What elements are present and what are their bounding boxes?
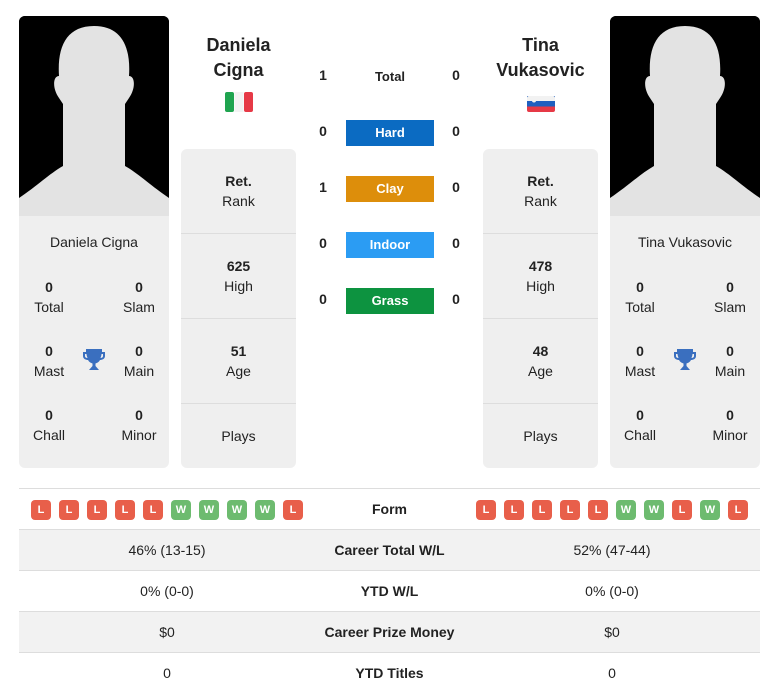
form-loss-badge[interactable]: L [504,500,524,520]
player2-titles-total: 0 Total [625,279,655,315]
trophy-icon [82,347,106,373]
player2-photo [610,16,760,216]
player2-titles-main: 0 Main [714,343,746,379]
form-loss-badge[interactable]: L [283,500,303,520]
form-loss-badge[interactable]: L [588,500,608,520]
h2h-grass-p1: 0 [319,291,327,307]
form-win-badge[interactable]: W [700,500,720,520]
form-loss-badge[interactable]: L [59,500,79,520]
h2h-indoor-p2: 0 [452,235,460,251]
form-win-badge[interactable]: W [227,500,247,520]
player2-titles-slam: 0 Slam [714,279,746,315]
surface-indoor-button[interactable]: Indoor [346,232,434,258]
player1-card: Daniela Cigna 0 Total 0 Slam 0 Mast 0 Main 0… [19,216,169,468]
player2-titles-chall: 0 Chall [624,407,656,443]
form-row: LLLLLWWWWL Form LLLLLWWLWL [19,488,760,530]
form-loss-badge[interactable]: L [728,500,748,520]
player1-titles-total: 0 Total [34,279,64,315]
surface-hard-button[interactable]: Hard [346,120,434,146]
player1-name[interactable]: Daniela Cigna [181,33,296,83]
italy-flag-icon [225,92,253,117]
form-win-badge[interactable]: W [644,500,664,520]
h2h-total-label: Total [374,69,406,84]
form-loss-badge[interactable]: L [476,500,496,520]
career-prize-money-label: Career Prize Money [324,624,455,640]
player1-info-panel: Ret. Rank 625 High 51 Age Plays [181,149,296,468]
player2-career-total-wl: 52% (47-44) [573,542,651,558]
player1-plays: Plays [221,428,256,444]
player2-age: 48 Age [528,343,553,379]
player2-titles-mast: 0 Mast [624,343,656,379]
player2-rank: Ret. Rank [524,173,557,209]
avatar-silhouette-icon [610,16,760,216]
player1-form: LLLLLWWWWL [19,489,315,530]
player2-form: LLLLLWWLWL [464,489,760,530]
avatar-silhouette-icon [19,16,169,216]
form-loss-badge[interactable]: L [115,500,135,520]
h2h-total-p1: 1 [319,67,327,83]
form-loss-badge[interactable]: L [87,500,107,520]
h2h-hard-p1: 0 [319,123,327,139]
form-win-badge[interactable]: W [171,500,191,520]
h2h-total-p2: 0 [452,67,460,83]
player1-career-prize-money: $0 [159,624,175,640]
career-total-wl-label: Career Total W/L [334,542,445,558]
surface-clay-button[interactable]: Clay [346,176,434,202]
slovenia-flag-icon [527,96,555,117]
ytd-titles-row: 0 YTD Titles 0 [19,652,760,694]
player1-rank: Ret. Rank [222,173,255,209]
form-loss-badge[interactable]: L [672,500,692,520]
player2-info-panel: Ret. Rank 478 High 48 Age Plays [483,149,598,468]
h2h-grass-p2: 0 [452,291,460,307]
player2-full-name: Tina Vukasovic [638,234,732,250]
player2-plays: Plays [523,428,558,444]
player2-career-prize-money: $0 [604,624,620,640]
player1-photo [19,16,169,216]
h2h-hard-p2: 0 [452,123,460,139]
surface-grass-button[interactable]: Grass [346,288,434,314]
player2-ytd-wl: 0% (0-0) [585,583,639,599]
player2-high: 478 High [526,258,555,294]
player1-full-name: Daniela Cigna [50,234,138,250]
player2-titles-minor: 0 Minor [712,407,748,443]
h2h-clay-p1: 1 [319,179,327,195]
form-loss-badge[interactable]: L [532,500,552,520]
ytd-titles-label: YTD Titles [355,665,424,681]
h2h-clay-p2: 0 [452,179,460,195]
player2-ytd-titles: 0 [608,665,616,681]
form-loss-badge[interactable]: L [143,500,163,520]
h2h-indoor-p1: 0 [319,235,327,251]
player1-ytd-titles: 0 [163,665,171,681]
player1-titles-minor: 0 Minor [121,407,157,443]
form-loss-badge[interactable]: L [31,500,51,520]
trophy-icon [673,347,697,373]
form-loss-badge[interactable]: L [560,500,580,520]
player2-card: Tina Vukasovic 0 Total 0 Slam 0 Mast 0 Main … [610,216,760,468]
form-win-badge[interactable]: W [255,500,275,520]
player1-career-total-wl: 46% (13-15) [128,542,206,558]
player2-name[interactable]: Tina Vukasovic [483,33,598,83]
player1-titles-main: 0 Main [123,343,155,379]
player1-high: 625 High [224,258,253,294]
player1-titles-chall: 0 Chall [33,407,65,443]
career-prize-money-row: $0 Career Prize Money $0 [19,611,760,653]
ytd-wl-row: 0% (0-0) YTD W/L 0% (0-0) [19,570,760,612]
player1-titles-slam: 0 Slam [123,279,155,315]
form-label: Form [372,501,407,517]
player1-titles-mast: 0 Mast [33,343,65,379]
career-total-wl-row: 46% (13-15) Career Total W/L 52% (47-44) [19,529,760,571]
form-win-badge[interactable]: W [616,500,636,520]
player1-age: 51 Age [226,343,251,379]
form-win-badge[interactable]: W [199,500,219,520]
player1-ytd-wl: 0% (0-0) [140,583,194,599]
ytd-wl-label: YTD W/L [360,583,419,599]
